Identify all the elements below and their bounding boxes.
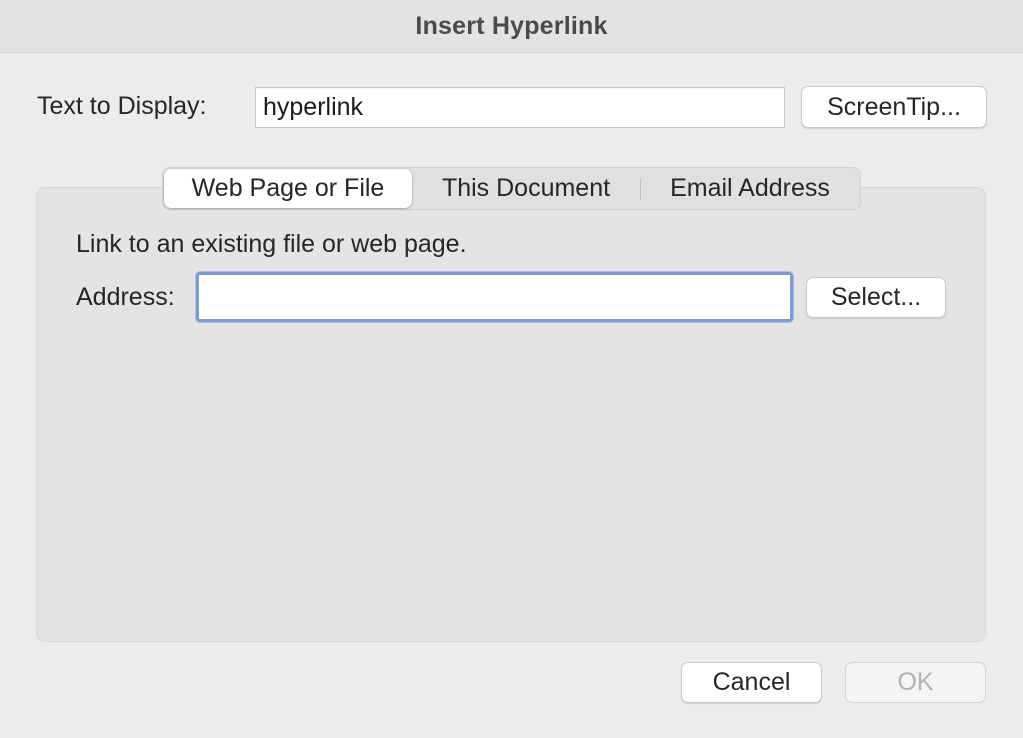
panel-description: Link to an existing file or web page. xyxy=(76,230,467,258)
select-button[interactable]: Select... xyxy=(806,277,946,318)
text-to-display-label: Text to Display: xyxy=(37,92,207,120)
link-type-tabs: Web Page or File This Document Email Add… xyxy=(162,167,861,210)
insert-hyperlink-dialog: Insert Hyperlink Text to Display: hyperl… xyxy=(0,0,1023,738)
address-input[interactable] xyxy=(196,272,793,322)
cancel-button[interactable]: Cancel xyxy=(681,662,822,703)
title-bar[interactable]: Insert Hyperlink xyxy=(0,0,1023,53)
tab-email-address[interactable]: Email Address xyxy=(641,168,859,209)
screentip-button[interactable]: ScreenTip... xyxy=(801,86,987,128)
tab-web-page-or-file[interactable]: Web Page or File xyxy=(164,169,412,208)
tab-this-document[interactable]: This Document xyxy=(412,168,640,209)
text-to-display-field[interactable]: hyperlink xyxy=(255,87,785,128)
dialog-title: Insert Hyperlink xyxy=(415,11,608,40)
ok-button[interactable]: OK xyxy=(845,662,986,703)
address-label: Address: xyxy=(76,283,175,311)
